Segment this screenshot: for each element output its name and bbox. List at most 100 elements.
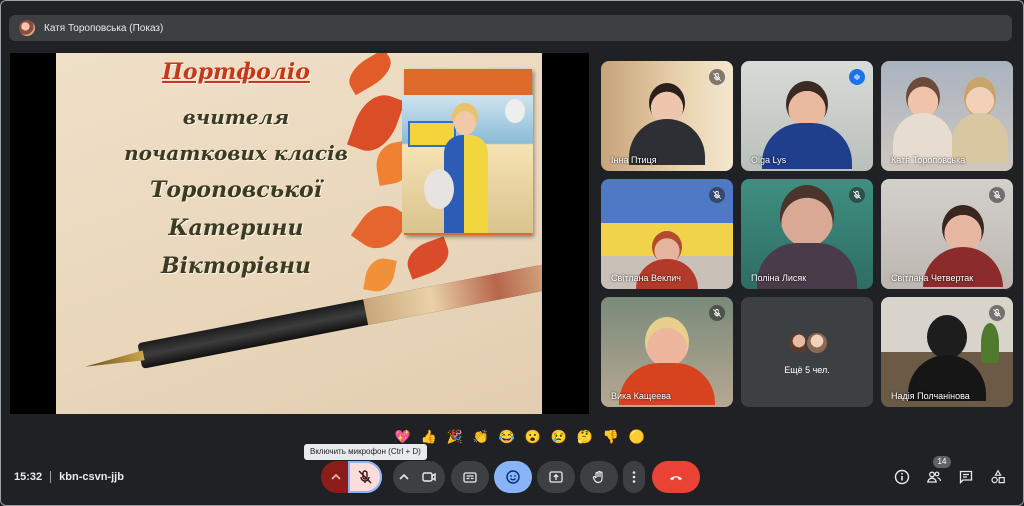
participant-head: [645, 317, 689, 367]
plant-decoration: [981, 323, 999, 363]
camera-options-button[interactable]: [393, 461, 415, 493]
reaction-laugh[interactable]: 😂: [494, 429, 520, 445]
teacher-photo: [402, 95, 533, 233]
reaction-thumbs-up[interactable]: 👍: [416, 429, 442, 445]
participant-tile[interactable]: Світлана Четвертак: [881, 179, 1013, 289]
participant-video: [952, 77, 1008, 163]
mic-toggle-button[interactable]: [348, 461, 382, 493]
raise-hand-button[interactable]: [580, 461, 618, 493]
participant-tile[interactable]: Olga Lys: [741, 61, 873, 171]
participant-name: Інна Птиця: [611, 155, 657, 165]
participant-head: [964, 77, 996, 117]
chat-button[interactable]: [956, 467, 976, 487]
presenter-avatar: [19, 20, 35, 36]
participant-name: Світлана Веклич: [611, 273, 681, 283]
end-call-button[interactable]: [652, 461, 700, 493]
meeting-time: 15:32: [14, 471, 43, 483]
present-screen-icon: [549, 471, 563, 483]
reaction-thumbs-down[interactable]: 👎: [598, 429, 624, 445]
chevron-up-icon: [331, 473, 341, 480]
slide-line: Катерини: [168, 215, 304, 241]
participant-head: [927, 315, 967, 359]
participant-name: Поліна Лисяк: [751, 273, 807, 283]
divider: [50, 471, 52, 483]
slide-line: Вікторівни: [160, 253, 311, 279]
captions-icon: [463, 472, 477, 483]
participant-video: [893, 77, 954, 163]
chat-icon: [959, 470, 973, 485]
avatar: [805, 331, 829, 355]
participant-video: [629, 83, 705, 165]
people-icon: [927, 471, 942, 483]
presenter-bar[interactable]: Катя Тороповська (Показ): [9, 15, 1012, 41]
speaking-indicator-icon: [849, 69, 865, 85]
reactions-bar: 💖 👍 🎉 👏 😂 😮 😢 🤔 👎 🟡: [390, 426, 650, 448]
participant-video: [908, 315, 986, 401]
reaction-surprised[interactable]: 😮: [520, 429, 546, 445]
reaction-skin-tone[interactable]: 🟡: [624, 429, 650, 445]
presenter-name: Катя Тороповська (Показ): [44, 22, 164, 34]
captions-button[interactable]: [451, 461, 489, 493]
slide-line: початкових класів: [124, 141, 348, 165]
mic-off-icon: [989, 305, 1005, 321]
mic-off-icon: [989, 187, 1005, 203]
camera-toggle-button[interactable]: [413, 461, 445, 493]
info-icon: [894, 469, 910, 485]
mic-off-icon: [709, 305, 725, 321]
mic-off-icon: [849, 187, 865, 203]
meeting-code[interactable]: kbn-csvn-jjb: [59, 471, 124, 483]
smiley-icon: [506, 470, 520, 484]
meeting-info: 15:32 kbn-csvn-jjb: [14, 471, 124, 483]
participant-head: [906, 77, 941, 117]
participant-tile[interactable]: Поліна Лисяк: [741, 179, 873, 289]
video-camera-icon: [422, 472, 436, 482]
mic-off-icon: [358, 470, 372, 484]
more-participants-tile[interactable]: Ещё 5 чел.: [741, 297, 873, 407]
people-button[interactable]: [924, 467, 944, 487]
more-vert-icon: [632, 471, 636, 483]
reaction-clap[interactable]: 👏: [468, 429, 494, 445]
participant-head: [649, 83, 685, 123]
more-options-button[interactable]: [623, 461, 645, 493]
photo-balloon: [505, 99, 525, 123]
reaction-sad[interactable]: 😢: [546, 429, 572, 445]
pen-nib: [84, 350, 145, 371]
presentation-stage[interactable]: Портфоліо вчителя початкових класів Торо…: [10, 53, 589, 414]
slide-line: Тороповської: [149, 177, 323, 203]
photo-face: [454, 111, 476, 135]
participant-name: Надія Полчанінова: [891, 391, 970, 401]
participant-tile[interactable]: Інна Птиця: [601, 61, 733, 171]
slide-line: вчителя: [182, 105, 290, 129]
chevron-up-icon: [399, 473, 409, 480]
more-avatars: [787, 331, 829, 355]
participant-head: [786, 81, 828, 127]
participant-name: Olga Lys: [751, 155, 787, 165]
activities-shapes-icon: [991, 469, 1005, 484]
participant-tile[interactable]: Катя Тороповська: [881, 61, 1013, 171]
leaf-decoration: [402, 236, 454, 280]
activities-button[interactable]: [988, 467, 1008, 487]
reaction-party[interactable]: 🎉: [442, 429, 468, 445]
reaction-heart[interactable]: 💖: [390, 429, 416, 445]
participant-name: Світлана Четвертак: [891, 273, 974, 283]
slide-pen: [137, 261, 542, 369]
participant-tile[interactable]: Надія Полчанінова: [881, 297, 1013, 407]
participant-name: Вика Кащеева: [611, 391, 671, 401]
slide: Портфоліо вчителя початкових класів Торо…: [56, 53, 542, 414]
participant-tile[interactable]: Вика Кащеева: [601, 297, 733, 407]
slide-title: Портфоліо: [162, 59, 310, 85]
present-button[interactable]: [537, 461, 575, 493]
participant-head: [941, 205, 984, 251]
mic-off-icon: [709, 69, 725, 85]
photo-bouquet: [424, 169, 454, 209]
participant-name: Катя Тороповська: [891, 155, 966, 165]
mic-options-button[interactable]: [321, 461, 351, 493]
emoji-reactions-button[interactable]: [494, 461, 532, 493]
hang-up-icon: [670, 476, 682, 481]
participant-tile[interactable]: Світлана Веклич: [601, 179, 733, 289]
participant-head: [780, 185, 834, 247]
meeting-details-button[interactable]: [892, 467, 912, 487]
mic-tooltip: Включить микрофон (Ctrl + D): [304, 444, 427, 460]
reaction-thinking[interactable]: 🤔: [572, 429, 598, 445]
hand-icon: [592, 470, 603, 484]
